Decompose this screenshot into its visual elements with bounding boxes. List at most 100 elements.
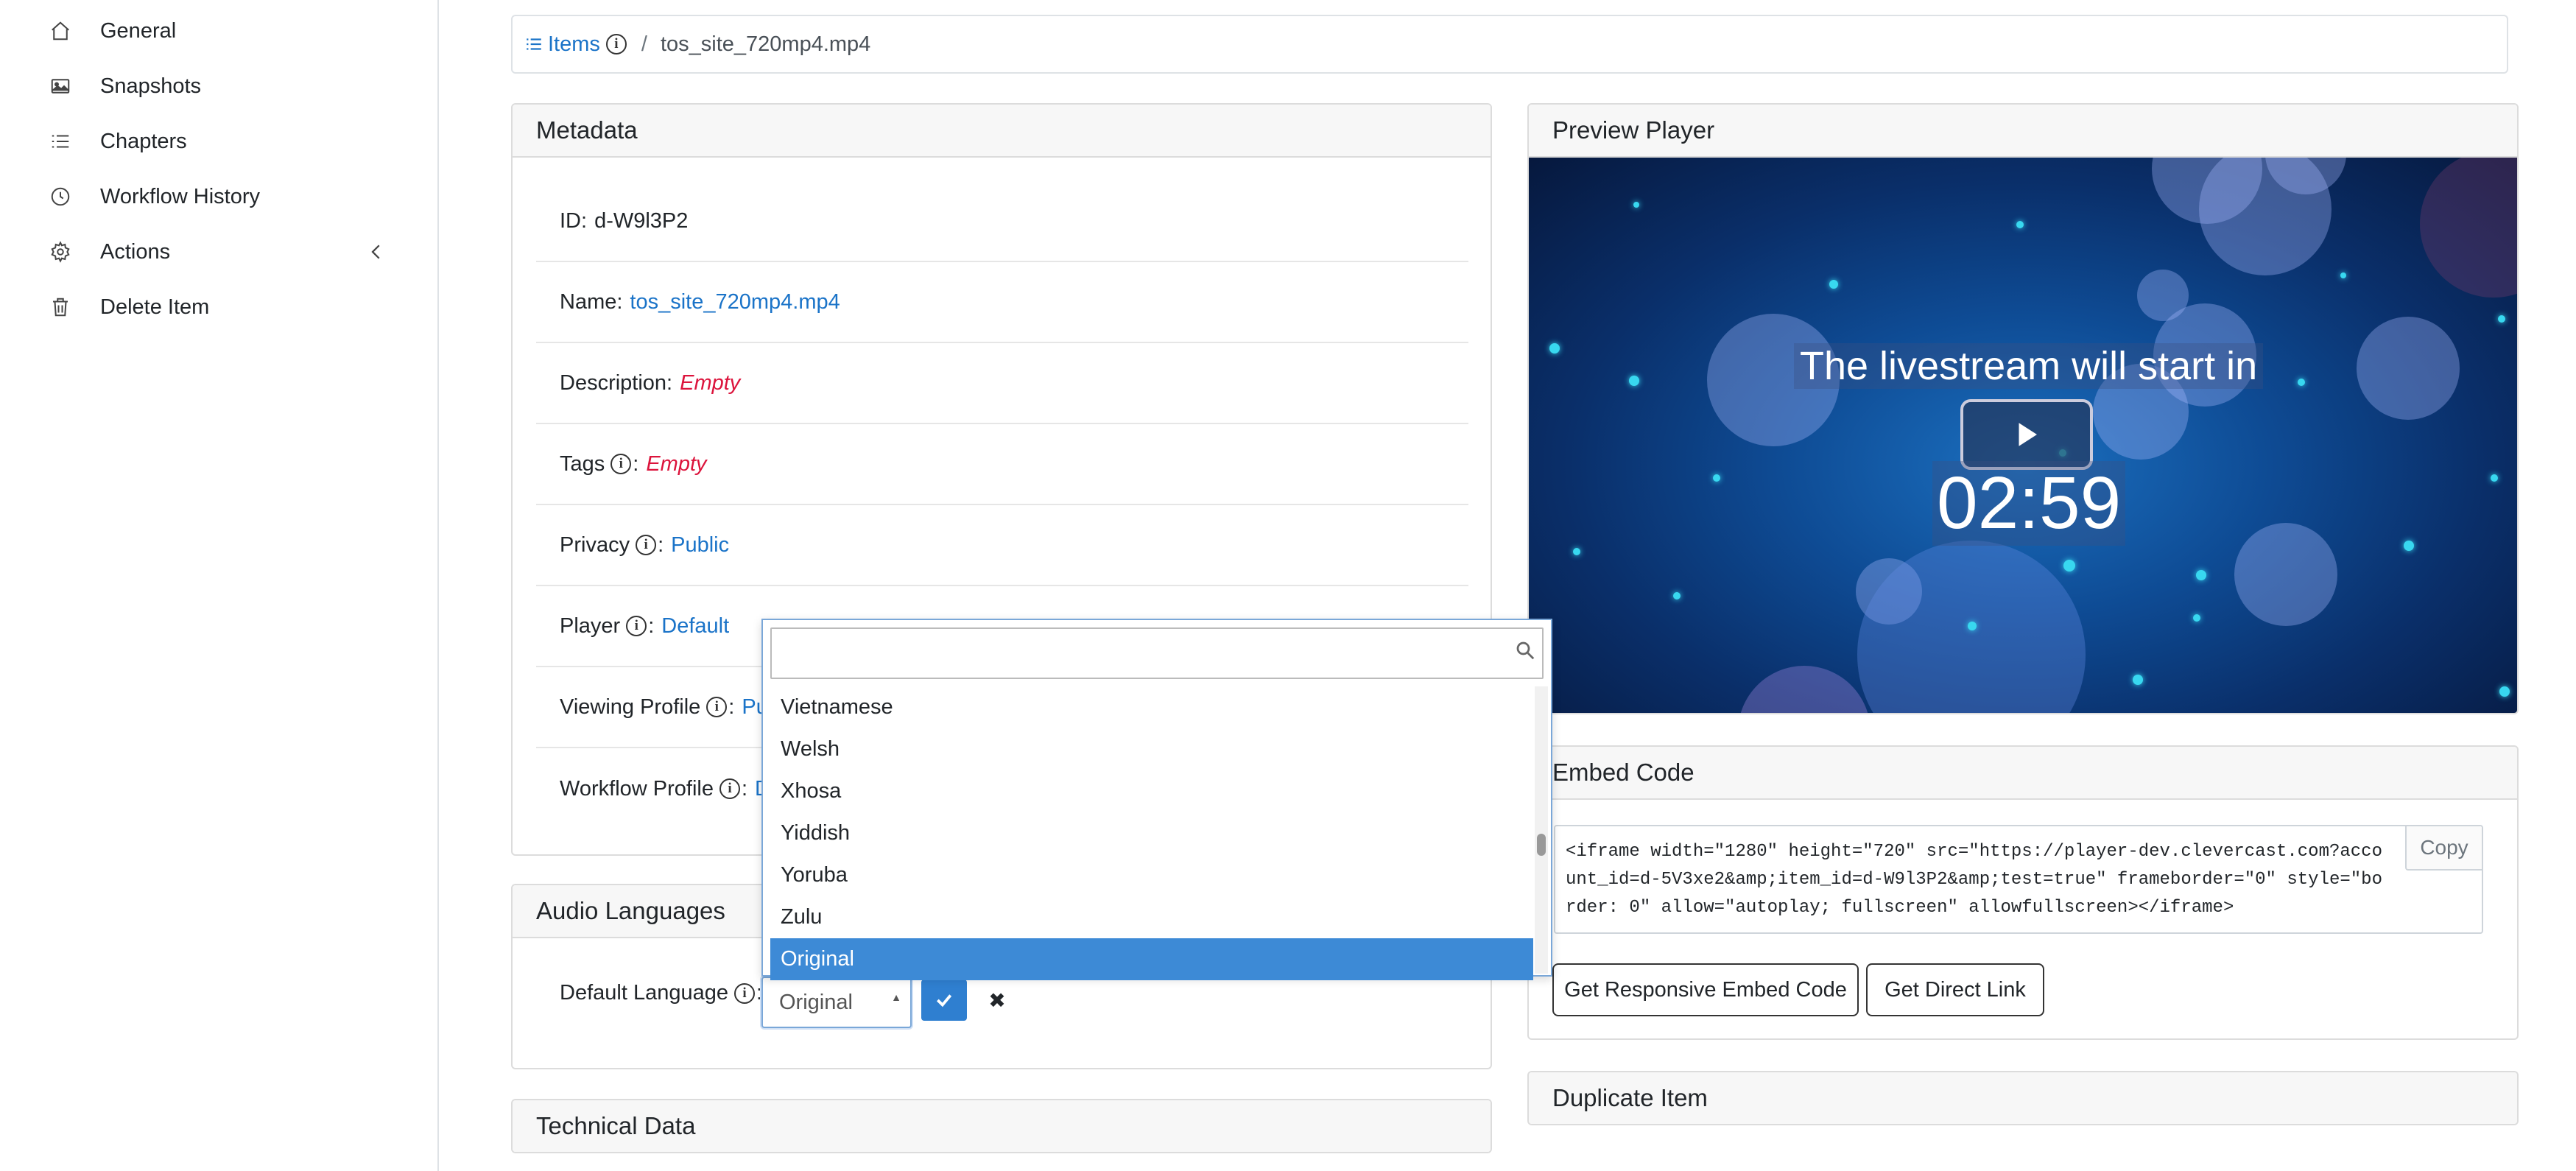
confirm-button[interactable]	[921, 980, 967, 1021]
id-value: d-W9l3P2	[594, 208, 689, 233]
sidebar-item-general[interactable]: General	[49, 10, 387, 52]
info-icon[interactable]: i	[626, 616, 647, 636]
sidebar-item-label: General	[100, 18, 177, 43]
video-player[interactable]: The livestream will start in 02:59	[1529, 158, 2517, 713]
video-title: The livestream will start in	[1794, 343, 2264, 389]
info-icon[interactable]: i	[636, 535, 657, 555]
dot	[1629, 376, 1639, 386]
bubble	[2234, 523, 2337, 626]
play-button[interactable]	[1960, 399, 2093, 470]
language-dropdown: Vietnamese Welsh Xhosa Yiddish Yoruba Zu…	[761, 619, 1552, 980]
dot	[1633, 202, 1639, 208]
sidebar-item-actions[interactable]: Actions	[49, 231, 387, 272]
meta-row-privacy: Privacy i : Public	[536, 505, 1468, 586]
get-direct-link-button[interactable]: Get Direct Link	[1866, 963, 2044, 1016]
dot	[2404, 541, 2414, 551]
preview-player-card: Preview Player The livestream will start…	[1527, 103, 2519, 714]
meta-row-id: ID: d-W9l3P2	[536, 181, 1468, 262]
dot	[2498, 315, 2505, 323]
default-language-select[interactable]: Original ▲	[761, 977, 912, 1028]
technical-data-card[interactable]: Technical Data	[511, 1099, 1492, 1153]
search-icon	[1516, 641, 1535, 660]
embed-code-text[interactable]: <iframe width="1280" height="720" src="h…	[1566, 838, 2390, 922]
close-icon: ✖	[988, 988, 1006, 1012]
technical-data-title: Technical Data	[513, 1100, 1491, 1152]
meta-row-description: Description: Empty	[536, 343, 1468, 424]
dropdown-option[interactable]: Zulu	[770, 896, 1533, 938]
info-icon[interactable]: i	[706, 697, 728, 717]
countdown: 02:59	[1932, 461, 2126, 546]
dot	[2298, 379, 2305, 386]
bubble	[2357, 317, 2460, 420]
get-responsive-embed-code-button[interactable]: Get Responsive Embed Code	[1552, 963, 1859, 1016]
gear-icon	[49, 240, 72, 264]
bubble	[2137, 270, 2189, 321]
dot	[1673, 592, 1681, 599]
dropdown-option[interactable]: Xhosa	[770, 770, 1533, 812]
info-icon[interactable]: i	[610, 454, 632, 474]
dot	[2491, 474, 2498, 482]
embed-code-box[interactable]: <iframe width="1280" height="720" src="h…	[1554, 825, 2483, 934]
metadata-title: Metadata	[513, 105, 1491, 158]
tags-value[interactable]: Empty	[646, 452, 706, 477]
cancel-button[interactable]: ✖	[976, 980, 1018, 1021]
dropdown-option[interactable]: Welsh	[770, 728, 1533, 770]
embed-code-card: Embed Code <iframe width="1280" height="…	[1527, 745, 2519, 1040]
info-icon[interactable]: i	[719, 778, 740, 799]
default-language-row: Default Language i :	[560, 981, 763, 1005]
clock-icon	[49, 185, 72, 208]
info-icon[interactable]: i	[605, 34, 627, 54]
sidebar-item-label: Snapshots	[100, 74, 202, 98]
dot	[2016, 221, 2024, 228]
privacy-value[interactable]: Public	[671, 533, 729, 558]
home-icon	[49, 19, 72, 43]
duplicate-item-title: Duplicate Item	[1529, 1072, 2517, 1124]
player-value[interactable]: Default	[661, 614, 729, 639]
dropdown-options: Vietnamese Welsh Xhosa Yiddish Yoruba Zu…	[770, 686, 1533, 980]
dropdown-option[interactable]: Yiddish	[770, 812, 1533, 854]
sidebar-item-chapters[interactable]: Chapters	[49, 121, 387, 162]
scrollbar-thumb[interactable]	[1537, 834, 1546, 856]
sidebar-item-label: Actions	[100, 239, 171, 264]
dot	[2499, 686, 2510, 697]
sidebar-item-snapshots[interactable]: Snapshots	[49, 66, 387, 107]
check-icon	[936, 994, 952, 1008]
breadcrumb-items-link[interactable]: Items	[524, 32, 600, 57]
dot	[1968, 622, 1977, 630]
meta-row-name: Name: tos_site_720mp4.mp4	[536, 262, 1468, 343]
bubble	[2420, 158, 2517, 298]
dropdown-option[interactable]: Yoruba	[770, 854, 1533, 896]
dropdown-option[interactable]: Vietnamese	[770, 686, 1533, 728]
info-icon[interactable]: i	[733, 982, 755, 1004]
breadcrumb: Items i / tos_site_720mp4.mp4	[511, 15, 2508, 74]
breadcrumb-current: tos_site_720mp4.mp4	[660, 32, 871, 56]
sidebar-item-label: Workflow History	[100, 184, 260, 208]
dropdown-option-selected[interactable]: Original	[770, 938, 1533, 980]
description-value[interactable]: Empty	[680, 371, 740, 395]
dot	[2340, 272, 2346, 278]
play-icon	[2019, 423, 2037, 446]
list-icon	[527, 38, 541, 50]
sidebar: General Snapshots Chapters Workflow Hist…	[0, 0, 439, 1171]
meta-row-tags: Tags i : Empty	[536, 424, 1468, 505]
dot	[2196, 570, 2206, 580]
copy-button[interactable]: Copy	[2405, 826, 2482, 871]
name-value[interactable]: tos_site_720mp4.mp4	[630, 290, 840, 314]
breadcrumb-separator: /	[641, 32, 647, 56]
dot	[1549, 343, 1560, 354]
image-icon	[49, 74, 72, 98]
default-language-label: Default Language	[560, 981, 728, 1005]
bubble	[1738, 666, 1871, 713]
caret-up-icon: ▲	[891, 991, 901, 1003]
sidebar-item-delete-item[interactable]: Delete Item	[49, 286, 387, 328]
dropdown-scrollbar[interactable]	[1535, 686, 1548, 974]
dot	[1573, 548, 1580, 555]
duplicate-item-card[interactable]: Duplicate Item	[1527, 1071, 2519, 1125]
dot	[2133, 675, 2143, 685]
chevron-left-icon[interactable]	[365, 240, 387, 264]
embed-code-title: Embed Code	[1529, 747, 2517, 800]
dropdown-search-input[interactable]	[770, 627, 1544, 679]
sidebar-item-label: Delete Item	[100, 295, 210, 319]
sidebar-item-workflow-history[interactable]: Workflow History	[49, 176, 387, 217]
dot	[1829, 280, 1838, 289]
